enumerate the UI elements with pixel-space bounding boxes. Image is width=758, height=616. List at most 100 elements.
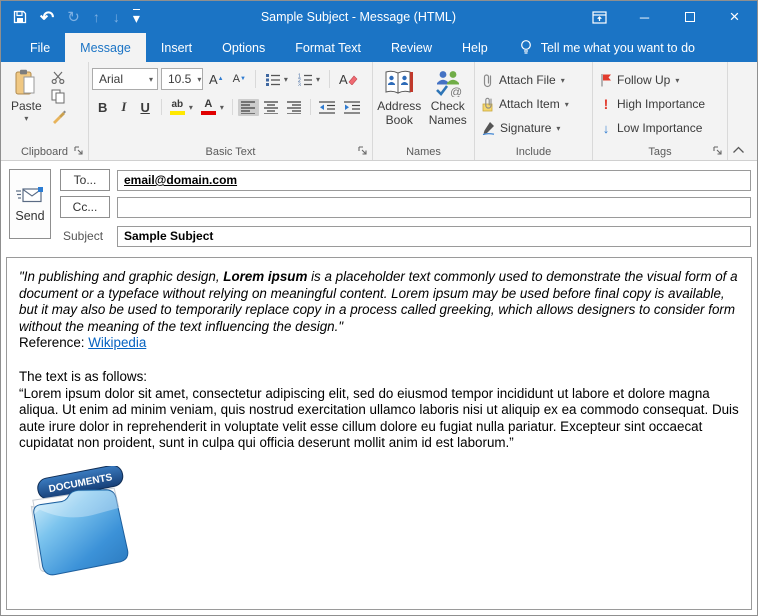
subject-label: Subject — [60, 229, 110, 243]
shrink-font-button[interactable]: A▼ — [230, 71, 249, 87]
align-center-button[interactable] — [261, 99, 282, 116]
customize-qat-icon[interactable]: ▾ — [133, 9, 140, 25]
paperclip-icon — [482, 73, 494, 88]
eraser-icon — [348, 74, 358, 85]
italic-button[interactable]: I — [115, 97, 132, 117]
tab-file[interactable]: File — [15, 33, 65, 62]
tags-group: Follow Up ▾ ! High Importance ↓ Low Impo… — [593, 62, 728, 160]
window-controls: ─ × — [577, 1, 757, 33]
tab-options[interactable]: Options — [207, 33, 280, 62]
ribbon-spacer — [728, 62, 757, 160]
clipboard-dialog-launcher-icon[interactable] — [74, 146, 84, 156]
tab-message[interactable]: Message — [65, 33, 146, 62]
text-highlight-button[interactable]: ab ▾ — [167, 98, 196, 117]
clipboard-group-label: Clipboard — [21, 146, 68, 158]
documents-folder-image[interactable]: DOCUMENTS — [21, 466, 143, 580]
tab-help[interactable]: Help — [447, 33, 503, 62]
include-group: Attach File ▾ Attach Item ▾ — [475, 62, 593, 160]
underline-button[interactable]: U — [134, 98, 155, 117]
subject-input[interactable] — [117, 226, 751, 247]
copy-icon[interactable] — [51, 89, 66, 104]
low-importance-label: Low Importance — [617, 121, 702, 135]
font-name-value: Arial — [99, 72, 123, 86]
wikipedia-link[interactable]: Wikipedia — [88, 335, 146, 350]
undo-icon[interactable]: ↶ — [40, 9, 54, 26]
include-group-label: Include — [516, 146, 551, 158]
check-names-button[interactable]: @ Check Names — [425, 65, 472, 143]
decrease-indent-button[interactable] — [316, 99, 339, 116]
paste-clipboard-icon — [14, 69, 38, 97]
bold-button[interactable]: B — [92, 98, 113, 117]
attach-item-button[interactable]: Attach Item ▾ — [478, 93, 589, 115]
tags-group-label: Tags — [648, 146, 671, 158]
paperclip-item-icon — [482, 97, 494, 112]
high-importance-icon: ! — [600, 96, 612, 112]
window-title: Sample Subject - Message (HTML) — [140, 10, 577, 24]
low-importance-button[interactable]: ↓ Low Importance — [596, 117, 724, 139]
tags-dialog-launcher-icon[interactable] — [713, 146, 723, 156]
signature-label: Signature — [500, 121, 551, 135]
maximize-button[interactable] — [667, 1, 712, 33]
cc-input[interactable] — [117, 197, 751, 218]
high-importance-button[interactable]: ! High Importance — [596, 93, 724, 115]
high-importance-label: High Importance — [617, 97, 705, 111]
align-right-button[interactable] — [284, 99, 305, 116]
increase-indent-button[interactable] — [341, 99, 364, 116]
bullets-button[interactable]: ▾ — [262, 71, 291, 88]
address-book-label: Address Book — [377, 100, 422, 128]
send-envelope-icon — [16, 186, 44, 204]
quick-access-toolbar: ↶ ↻ ↑ ↓ ▾ — [1, 9, 140, 26]
check-names-icon: @ — [433, 69, 463, 97]
attach-file-label: Attach File — [499, 73, 556, 87]
to-input[interactable] — [117, 170, 751, 191]
minimize-button[interactable]: ─ — [622, 1, 667, 33]
cc-button[interactable]: Cc... — [60, 196, 110, 218]
save-icon[interactable] — [13, 10, 27, 24]
attach-file-button[interactable]: Attach File ▾ — [478, 69, 589, 91]
follow-up-button[interactable]: Follow Up ▾ — [596, 69, 724, 91]
redo-icon: ↻ — [67, 10, 80, 25]
address-book-button[interactable]: Address Book — [376, 65, 423, 143]
tab-insert[interactable]: Insert — [146, 33, 207, 62]
address-fields: To... Cc... Subject — [60, 169, 751, 247]
address-book-icon — [384, 69, 414, 97]
paste-label: Paste — [11, 100, 42, 114]
basic-text-dialog-launcher-icon[interactable] — [358, 146, 368, 156]
outlook-message-window: ↶ ↻ ↑ ↓ ▾ Sample Subject - Message (HTML… — [0, 0, 758, 616]
basic-text-group-label: Basic Text — [206, 146, 256, 158]
paste-button[interactable]: Paste ▾ — [4, 65, 49, 143]
numbered-list-icon: 1 2 3 — [297, 73, 313, 86]
font-size-select[interactable]: 10.5 ▾ — [161, 68, 203, 90]
align-left-button[interactable] — [238, 99, 259, 116]
close-button[interactable]: × — [712, 1, 757, 33]
send-button[interactable]: Send — [9, 169, 51, 239]
lightbulb-icon — [519, 39, 533, 56]
check-names-label: Check Names — [426, 100, 471, 128]
grow-font-button[interactable]: A▲ — [206, 70, 227, 89]
names-group-label: Names — [406, 146, 441, 158]
lorem-paragraph: “Lorem ipsum dolor sit amet, consectetur… — [19, 386, 741, 452]
paste-dropdown-icon[interactable]: ▾ — [24, 114, 28, 123]
ribbon-display-options-icon[interactable] — [577, 1, 622, 33]
signature-button[interactable]: Signature ▾ — [478, 117, 589, 139]
numbering-button[interactable]: 1 2 3 ▾ — [294, 71, 323, 88]
quote-paragraph: "In publishing and graphic design, Lorem… — [19, 269, 741, 335]
tab-format-text[interactable]: Format Text — [280, 33, 376, 62]
send-label: Send — [15, 209, 44, 223]
cut-icon[interactable] — [51, 71, 66, 84]
clear-formatting-button[interactable]: A — [336, 70, 361, 89]
flag-icon — [600, 73, 612, 87]
font-color-button[interactable]: A ▾ — [198, 97, 227, 117]
reference-line: Reference: Wikipedia — [19, 335, 741, 352]
move-down-icon: ↓ — [113, 10, 120, 24]
names-group: Address Book @ Check Names Names — [373, 62, 475, 160]
svg-text:@: @ — [450, 85, 462, 97]
message-body-editor[interactable]: "In publishing and graphic design, Lorem… — [6, 257, 752, 610]
to-button[interactable]: To... — [60, 169, 110, 191]
collapse-ribbon-icon[interactable] — [732, 146, 745, 154]
format-painter-icon[interactable] — [51, 109, 66, 124]
ribbon: Paste ▾ — [1, 62, 757, 161]
font-name-select[interactable]: Arial ▾ — [92, 68, 158, 90]
tell-me-box[interactable]: Tell me what you want to do — [519, 33, 695, 62]
tab-review[interactable]: Review — [376, 33, 447, 62]
